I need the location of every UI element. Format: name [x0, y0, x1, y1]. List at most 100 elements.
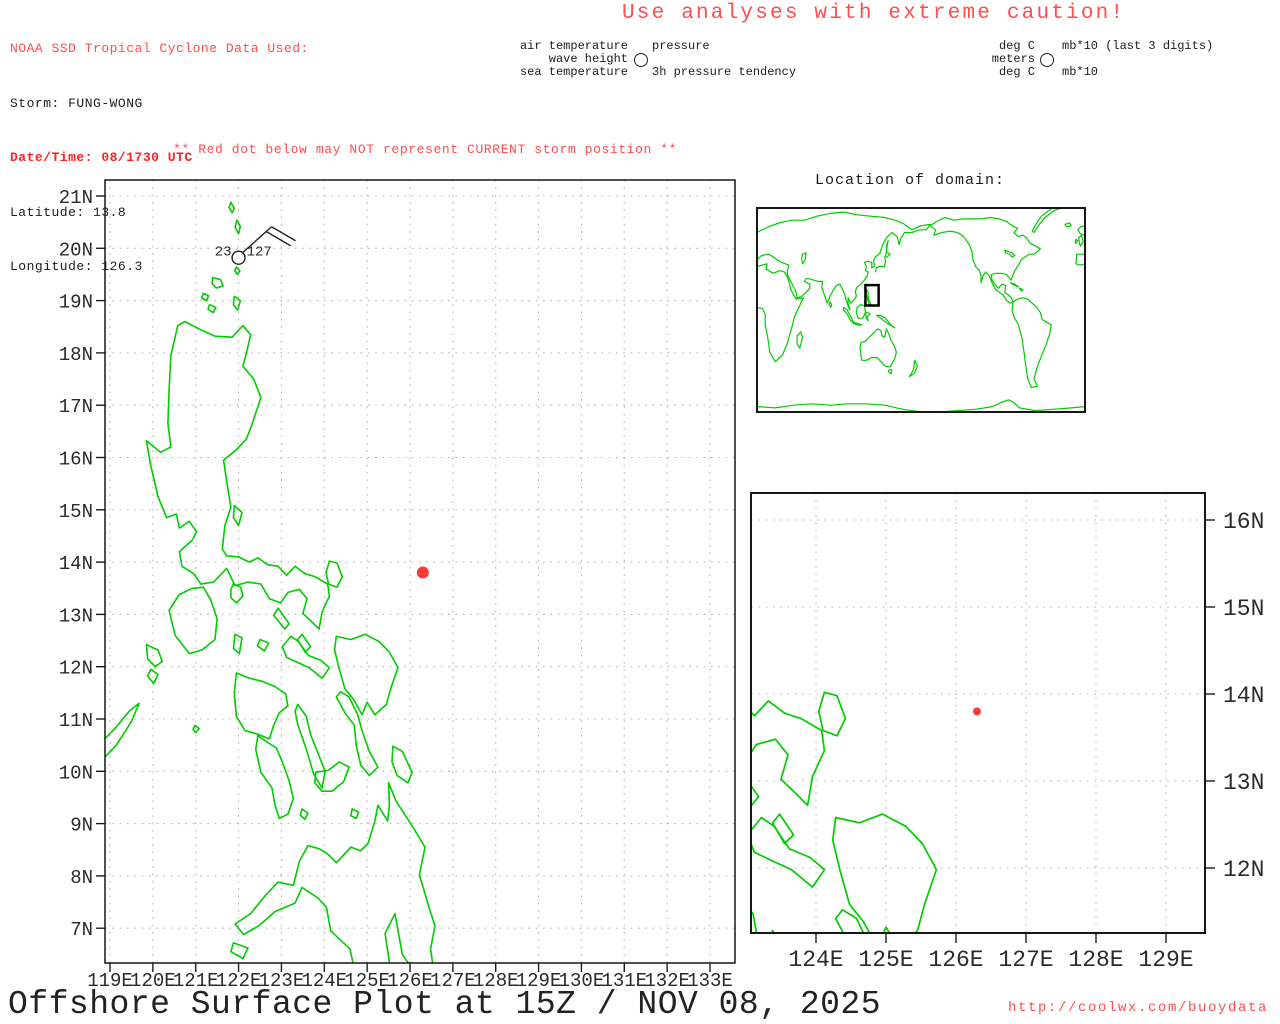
coastline [852, 321, 863, 326]
station-circle-icon [634, 53, 648, 67]
coastline [626, 266, 639, 279]
coastline [1011, 297, 1052, 389]
coastline [817, 691, 847, 737]
coastline [1075, 253, 1085, 266]
axis-tick-label: 14N [59, 553, 93, 575]
axis-tick-label: 15N [1223, 596, 1264, 622]
coastline [1004, 249, 1016, 258]
longitude-line: Longitude: 126.3 [10, 259, 143, 274]
latitude-line: Latitude: 13.8 [10, 204, 127, 220]
axis-tick-label: 16N [1223, 509, 1264, 535]
coastline [757, 211, 931, 311]
legend-sea-temperature-label: sea temperature [519, 65, 628, 79]
coastline [256, 638, 270, 652]
coastline [633, 221, 651, 238]
coastline [526, 832, 552, 869]
coastline [294, 703, 326, 789]
coastline [842, 306, 855, 323]
coastline [887, 369, 893, 375]
legend-pressure-tendency-label: 3h pressure tendency [652, 65, 797, 79]
coastline [1077, 234, 1084, 247]
axis-tick-label: 13N [59, 605, 93, 627]
domain-extent-box [864, 283, 880, 307]
legend-wave-units-label: meters [991, 52, 1035, 66]
axis-tick-label: 12N [1223, 857, 1264, 883]
axis-tick-label: 15N [59, 501, 93, 523]
coastline [168, 586, 218, 655]
coastline [391, 745, 413, 784]
coastline [668, 252, 679, 275]
coastline [281, 635, 331, 680]
coastline [1031, 208, 1063, 234]
legend-wave-height-label: wave height [548, 52, 628, 66]
coastline [707, 823, 725, 842]
coastline [299, 808, 309, 821]
coastline [563, 736, 641, 847]
axis-tick-label: 10N [59, 762, 93, 784]
inset-zoom-map [526, 95, 1205, 1024]
coastline [333, 633, 399, 716]
coastline [1009, 282, 1020, 288]
coastline [865, 289, 872, 306]
coastline [668, 814, 682, 846]
coastline [908, 359, 919, 378]
coastline [757, 399, 1085, 412]
storm-info-block: NOAA SSD Tropical Cyclone Data Used: Sto… [10, 4, 309, 313]
coastline [254, 734, 295, 820]
legend-pressure-units-label: mb*10 (last 3 digits) [1062, 39, 1214, 53]
station-circle-icon [1040, 53, 1054, 67]
axis-tick-label: 14N [1223, 683, 1264, 709]
coastline [831, 813, 938, 933]
axis-tick-label: 128E [1068, 947, 1123, 973]
storm-position-dot [973, 707, 981, 716]
axis-tick-label: 18N [59, 344, 93, 366]
legend-sea-units-label: deg C [998, 65, 1035, 79]
axis-tick-label: 12N [59, 658, 93, 680]
axis-tick-label: 127E [998, 947, 1053, 973]
legend-tendency-units-label: mb*10 [1062, 65, 1099, 79]
legend-air-units-label: deg C [998, 39, 1035, 53]
axis-tick-label: 11N [59, 710, 93, 732]
legend-pressure-label: pressure [652, 39, 710, 53]
axis-tick-label: 125E [858, 947, 913, 973]
coastline [1018, 287, 1024, 292]
axis-tick-label: 16N [59, 449, 93, 471]
coastline [234, 781, 436, 963]
caution-headline: Use analyses with extreme caution! [622, 2, 1126, 25]
axis-tick-label: 7N [70, 919, 93, 941]
coastline [757, 263, 805, 363]
coastline [233, 672, 289, 740]
axis-tick-label: 124E [788, 947, 843, 973]
coastline [670, 203, 678, 215]
offshore-surface-plot-page: 23 127 7N 8N 9N 10N 11N 12N 13N 14N 15N 16N 17N 18N 19… [0, 0, 1280, 1024]
axis-tick-label: 9N [70, 815, 93, 837]
coastline [1064, 222, 1072, 228]
coastline [145, 643, 164, 668]
axis-tick-label: 126E [928, 947, 983, 973]
coastline [105, 702, 140, 759]
coastline [927, 1000, 960, 1024]
coastline [232, 504, 243, 527]
axis-tick-label: 13N [1223, 770, 1264, 796]
coastline [145, 320, 331, 630]
axis-tick-label: 17N [59, 396, 93, 418]
coastline [864, 312, 871, 322]
map-border [756, 207, 1086, 413]
coastline [232, 633, 243, 655]
coastline [663, 731, 683, 762]
coastline [661, 95, 669, 112]
legend-air-temperature-label: air temperature [519, 39, 628, 53]
coastline [800, 252, 807, 265]
coastline [796, 331, 804, 349]
coastline [668, 600, 682, 633]
coastline [885, 240, 889, 253]
source-url: http://coolwx.com/buoydata [1008, 1000, 1269, 1016]
coastline [751, 784, 760, 807]
domain-map-title: Location of domain: [815, 172, 1006, 189]
coastline [929, 216, 1042, 304]
storm-name-line: Storm: FUNG-WONG [10, 95, 143, 111]
plot-title: Offshore Surface Plot at 15Z / NOV 08, 2… [8, 986, 882, 1023]
coastline [230, 583, 244, 604]
data-source-line: NOAA SSD Tropical Cyclone Data Used: [10, 41, 309, 56]
coastline [146, 668, 159, 685]
